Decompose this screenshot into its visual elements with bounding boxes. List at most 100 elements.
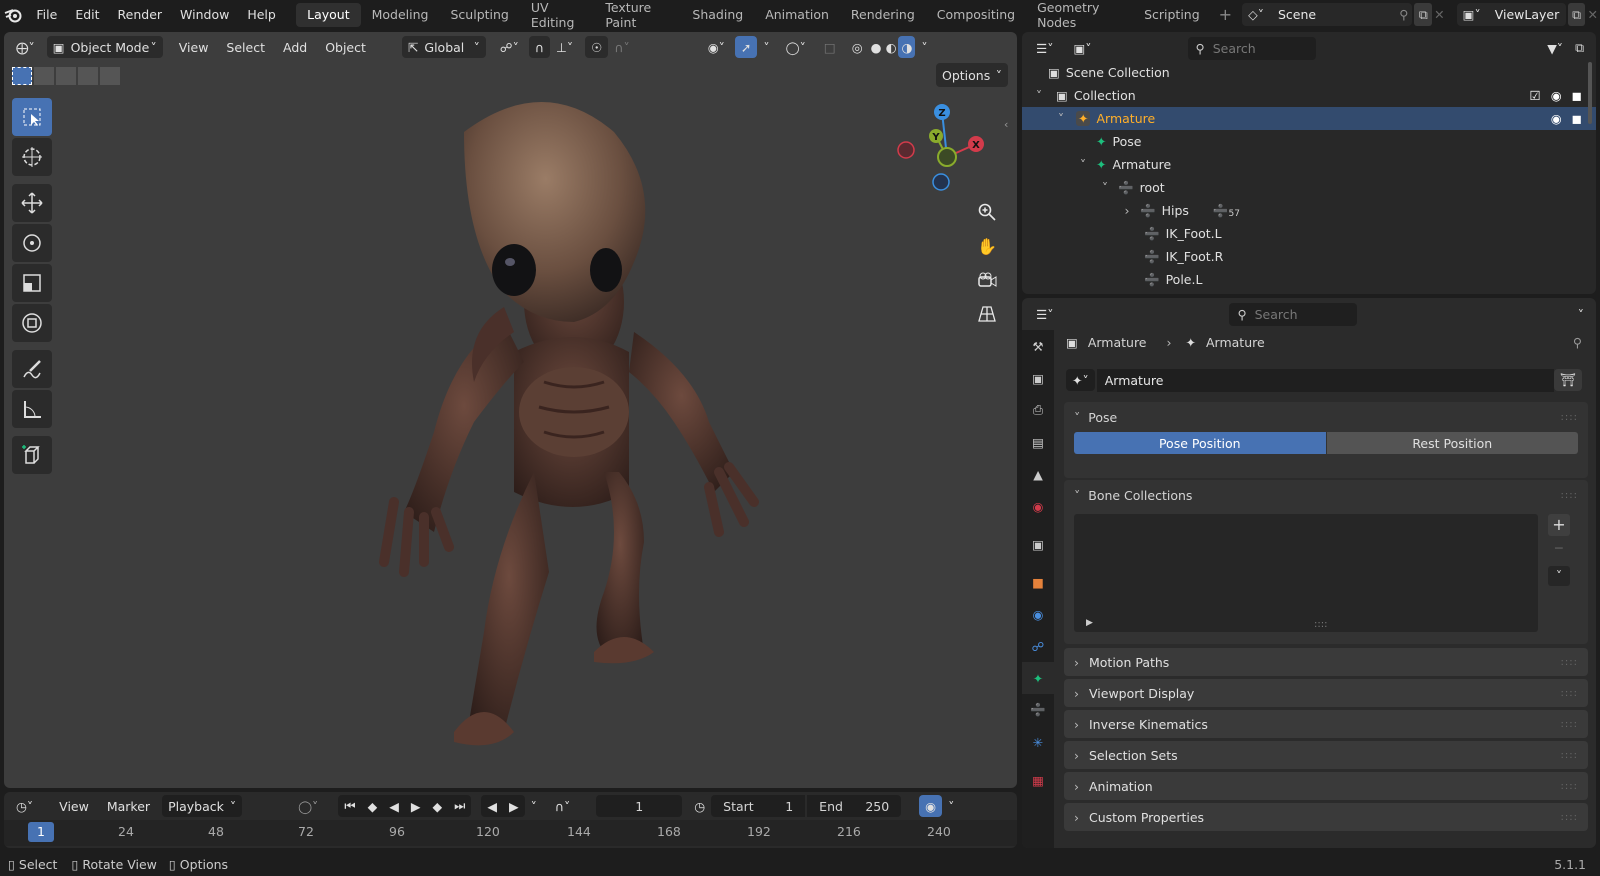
menu-help[interactable]: Help <box>238 0 285 29</box>
bone-constraints-tab-icon[interactable]: ✳ <box>1022 726 1054 758</box>
output-tab-icon[interactable]: ⎙ <box>1022 394 1054 426</box>
add-workspace-icon[interactable]: + <box>1211 5 1240 24</box>
panel-grip-icon[interactable]: :::: <box>1561 490 1578 501</box>
exclude-checkbox-icon[interactable]: ☑ <box>1529 88 1540 103</box>
frame-ruler[interactable]: 1 24 48 72 96 120 144 168 192 216 240 <box>4 820 1017 846</box>
current-frame-indicator[interactable]: 1 <box>28 822 54 842</box>
chevron-right-icon[interactable]: › <box>1118 203 1136 218</box>
panel-grip-icon[interactable]: :::: <box>1561 781 1578 792</box>
frame-end-field[interactable]: End 250 <box>807 795 902 817</box>
properties-editor-type-icon[interactable]: ☰˅ <box>1030 303 1059 325</box>
chevron-down-icon[interactable]: ˅ <box>1096 180 1114 195</box>
new-view-layer-icon[interactable]: ⧉ <box>1567 3 1586 26</box>
jump-start-icon[interactable]: ⏮ <box>338 795 361 817</box>
outliner-row-bone-ik-foot-l[interactable]: ➗ IK_Foot.L <box>1022 222 1596 245</box>
workspace-tab-rendering[interactable]: Rendering <box>840 3 926 27</box>
sidebar-toggle-icon[interactable]: ‹ <box>1004 118 1008 131</box>
workspace-tab-modeling[interactable]: Modeling <box>361 3 440 27</box>
outliner-search-input[interactable]: ⚲ Search <box>1187 36 1316 60</box>
snap-icon[interactable]: ∩ <box>528 36 550 58</box>
world-tab-icon[interactable]: ◉ <box>1022 490 1054 522</box>
measure-tool-icon[interactable] <box>12 390 52 428</box>
workspace-tab-sculpting[interactable]: Sculpting <box>440 3 520 27</box>
workspace-tab-scripting[interactable]: Scripting <box>1133 3 1211 27</box>
perspective-grid-icon[interactable] <box>972 299 1002 329</box>
scene-selector[interactable]: ◇˅ Scene ⚲ <box>1242 3 1413 26</box>
sync-dropdown-icon[interactable]: ˅ <box>942 795 960 817</box>
mode-selector[interactable]: ▣ Object Mode ˅ <box>46 36 163 58</box>
cursor-tool-icon[interactable] <box>12 138 52 176</box>
display-mode-icon[interactable]: ▣˅ <box>1067 37 1097 59</box>
tool-tab-icon[interactable]: ⚒ <box>1022 330 1054 362</box>
view-layer-tab-icon[interactable]: ▤ <box>1022 426 1054 458</box>
select-new-icon[interactable] <box>12 67 32 85</box>
step-dropdown-icon[interactable]: ˅ <box>525 795 543 817</box>
shading-solid-icon[interactable]: ● <box>869 36 884 58</box>
list-expand-icon[interactable]: ▶ <box>1086 618 1093 628</box>
select-box-tool-icon[interactable] <box>12 98 52 136</box>
properties-options-icon[interactable]: ˅ <box>1572 303 1590 325</box>
new-collection-icon[interactable]: ⧉ <box>1569 37 1590 59</box>
zoom-icon[interactable] <box>972 197 1002 227</box>
jump-end-icon[interactable]: ⏭ <box>448 795 471 817</box>
select-intersect-icon[interactable] <box>100 67 120 85</box>
bone-collections-list[interactable]: ▶ :::: <box>1074 514 1538 632</box>
datablock-name-field[interactable]: Armature <box>1096 368 1555 392</box>
visibility-icon[interactable]: ◉˅ <box>702 36 731 58</box>
outliner-row-bone-pole-l[interactable]: ➗ Pole.L <box>1022 268 1596 291</box>
playback-dropdown[interactable]: Playback ˅ <box>162 795 243 817</box>
xray-icon[interactable]: □ <box>818 36 842 58</box>
workspace-tab-compositing[interactable]: Compositing <box>926 3 1026 27</box>
viewport-display-panel[interactable]: › Viewport Display :::: <box>1064 679 1588 707</box>
rotate-tool-icon[interactable] <box>12 224 52 262</box>
shading-material-icon[interactable]: ◐ <box>884 36 899 58</box>
chevron-down-icon[interactable]: ˅ <box>1052 111 1070 126</box>
editor-type-icon[interactable]: ⨁˅ <box>10 36 41 58</box>
panel-grip-icon[interactable]: :::: <box>1561 812 1578 823</box>
outliner-editor-type-icon[interactable]: ☰˅ <box>1030 37 1059 59</box>
shading-wireframe-icon[interactable]: ◎ <box>846 36 869 58</box>
sync-toggle-icon[interactable]: ◉ <box>919 795 943 817</box>
custom-properties-panel[interactable]: › Custom Properties :::: <box>1064 803 1588 831</box>
navigation-gizmo[interactable]: Z X Y <box>896 102 996 192</box>
falloff-icon[interactable]: ∩˅ <box>608 36 635 58</box>
collection-tab-icon[interactable]: ▣ <box>1022 528 1054 560</box>
rest-position-button[interactable]: Rest Position <box>1326 432 1578 454</box>
timeline-editor-type-icon[interactable]: ◷˅ <box>10 795 39 817</box>
outliner-row-collection[interactable]: ˅ ▣ Collection ☑ ◉ ◼ <box>1022 84 1596 107</box>
pivot-icon[interactable]: ☍˅ <box>494 36 525 58</box>
animation-panel[interactable]: › Animation :::: <box>1064 772 1588 800</box>
filter-icon[interactable]: ▼˅ <box>1541 37 1569 59</box>
shading-dropdown-icon[interactable]: ˅ <box>915 36 933 58</box>
outliner-row-bone-hips[interactable]: › ➗ Hips ➗ 57 <box>1022 199 1596 222</box>
menu-window[interactable]: Window <box>171 0 238 29</box>
orientation-selector[interactable]: ⇱ Global ˅ <box>401 36 486 58</box>
add-cube-tool-icon[interactable] <box>12 436 52 474</box>
menu-object[interactable]: Object <box>319 36 372 58</box>
transform-tool-icon[interactable] <box>12 304 52 342</box>
texture-tab-icon[interactable]: ▦ <box>1022 764 1054 796</box>
motion-paths-panel[interactable]: › Motion Paths :::: <box>1064 648 1588 676</box>
remove-bone-collection-button[interactable]: − <box>1548 538 1570 558</box>
list-resize-grip-icon[interactable]: :::: <box>1314 619 1327 630</box>
bone-tab-icon[interactable]: ➗ <box>1022 694 1054 726</box>
gizmo-dropdown-icon[interactable]: ˅ <box>757 36 775 58</box>
annotate-tool-icon[interactable] <box>12 350 52 388</box>
play-icon[interactable]: ▶ <box>405 795 427 817</box>
pin-icon[interactable]: ⚲ <box>1399 7 1412 22</box>
outliner-row-pose[interactable]: ✦ Pose <box>1022 130 1596 153</box>
delete-scene-icon[interactable]: ✕ <box>1432 7 1447 22</box>
menu-add[interactable]: Add <box>277 36 313 58</box>
step-forward-icon[interactable]: ▶ <box>503 795 525 817</box>
eye-icon[interactable]: ◉ <box>1551 111 1562 126</box>
object-tab-icon[interactable]: ■ <box>1022 566 1054 598</box>
eye-icon[interactable]: ◉ <box>1551 88 1562 103</box>
next-keyframe-icon[interactable]: ◆ <box>426 795 448 817</box>
scale-tool-icon[interactable] <box>12 264 52 302</box>
workspace-tab-layout[interactable]: Layout <box>296 2 361 27</box>
snap-target-icon[interactable]: ⊥˅ <box>550 36 579 58</box>
selection-sets-panel[interactable]: › Selection Sets :::: <box>1064 741 1588 769</box>
outliner-row-bone-root[interactable]: ˅ ➗ root <box>1022 176 1596 199</box>
workspace-tab-animation[interactable]: Animation <box>754 3 840 27</box>
inverse-kinematics-panel[interactable]: › Inverse Kinematics :::: <box>1064 710 1588 738</box>
